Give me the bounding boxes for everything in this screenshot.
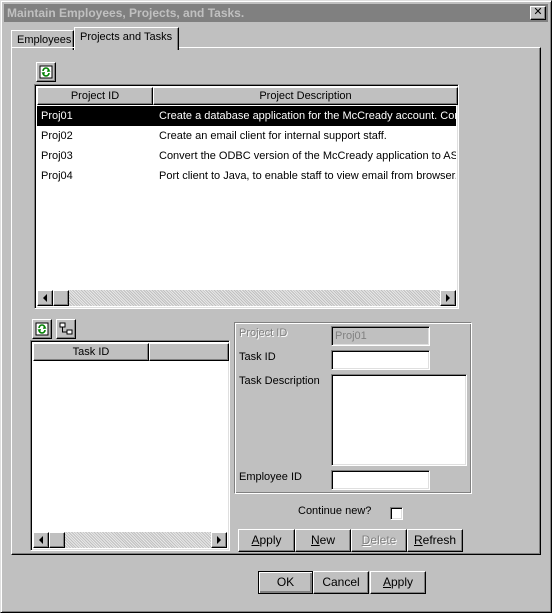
continue-new-label: Continue new? [298, 505, 372, 517]
window-title: Maintain Employees, Projects, and Tasks. [7, 6, 245, 20]
task-refresh-button[interactable]: Refresh [407, 529, 463, 552]
task-delete-button[interactable]: Delete [351, 529, 407, 552]
arrow-left-icon [39, 536, 43, 544]
projects-horizontal-scrollbar[interactable] [37, 290, 456, 306]
scroll-thumb[interactable] [53, 290, 69, 306]
tasks-refresh-button[interactable] [32, 319, 52, 339]
task-new-button[interactable]: New [295, 529, 351, 552]
tab-projects-and-tasks[interactable]: Projects and Tasks [74, 27, 179, 50]
column-header-blank[interactable] [149, 343, 229, 361]
scroll-thumb[interactable] [49, 532, 65, 548]
arrow-left-icon [43, 294, 47, 302]
projects-list-header: Project ID Project Description [37, 87, 458, 105]
scroll-right-button[interactable] [211, 532, 227, 548]
table-row[interactable]: Proj03 Convert the ODBC version of the M… [37, 146, 456, 166]
scroll-left-button[interactable] [33, 532, 49, 548]
employee-id-field[interactable] [331, 470, 430, 490]
task-details-group: Project ID Task ID Task Description Empl… [234, 322, 472, 494]
task-description-label: Task Description [239, 375, 320, 387]
tasks-tree-button[interactable] [56, 319, 76, 339]
table-row[interactable]: Proj04 Port client to Java, to enable st… [37, 166, 456, 186]
tasks-horizontal-scrollbar[interactable] [33, 532, 227, 548]
refresh-icon [39, 65, 53, 79]
table-row[interactable]: Proj01 Create a database application for… [37, 106, 456, 126]
tab-panel-projects: Project ID Project Description Proj01 Cr… [11, 47, 541, 555]
arrow-right-icon [217, 536, 221, 544]
continue-new-checkbox[interactable] [390, 507, 403, 520]
projects-list[interactable]: Project ID Project Description Proj01 Cr… [34, 84, 459, 309]
scroll-right-button[interactable] [440, 290, 456, 306]
tasks-list-header: Task ID [33, 343, 229, 361]
projects-refresh-button[interactable] [36, 62, 56, 82]
column-header-project-description[interactable]: Project Description [153, 87, 458, 105]
column-header-task-id[interactable]: Task ID [33, 343, 149, 361]
apply-button[interactable]: Apply [370, 571, 426, 594]
employee-id-label: Employee ID [239, 471, 302, 483]
project-id-field [331, 326, 430, 346]
column-header-project-id[interactable]: Project ID [37, 87, 153, 105]
close-button[interactable]: ✕ [530, 6, 546, 20]
project-id-label: Project ID [239, 327, 288, 339]
task-id-label: Task ID [239, 351, 276, 363]
main-window: Maintain Employees, Projects, and Tasks.… [0, 0, 552, 613]
task-apply-button[interactable]: Apply [238, 529, 295, 552]
close-icon: ✕ [533, 6, 543, 18]
arrow-right-icon [446, 294, 450, 302]
cancel-button[interactable]: Cancel [313, 571, 369, 594]
tree-icon [59, 322, 73, 335]
refresh-icon [35, 322, 49, 336]
scroll-left-button[interactable] [37, 290, 53, 306]
title-bar: Maintain Employees, Projects, and Tasks.… [4, 4, 548, 22]
task-id-field[interactable] [331, 350, 430, 370]
ok-button[interactable]: OK [258, 571, 313, 594]
task-description-field[interactable] [331, 374, 467, 466]
table-row[interactable]: Proj02 Create an email client for intern… [37, 126, 456, 146]
tasks-list[interactable]: Task ID [30, 340, 230, 551]
